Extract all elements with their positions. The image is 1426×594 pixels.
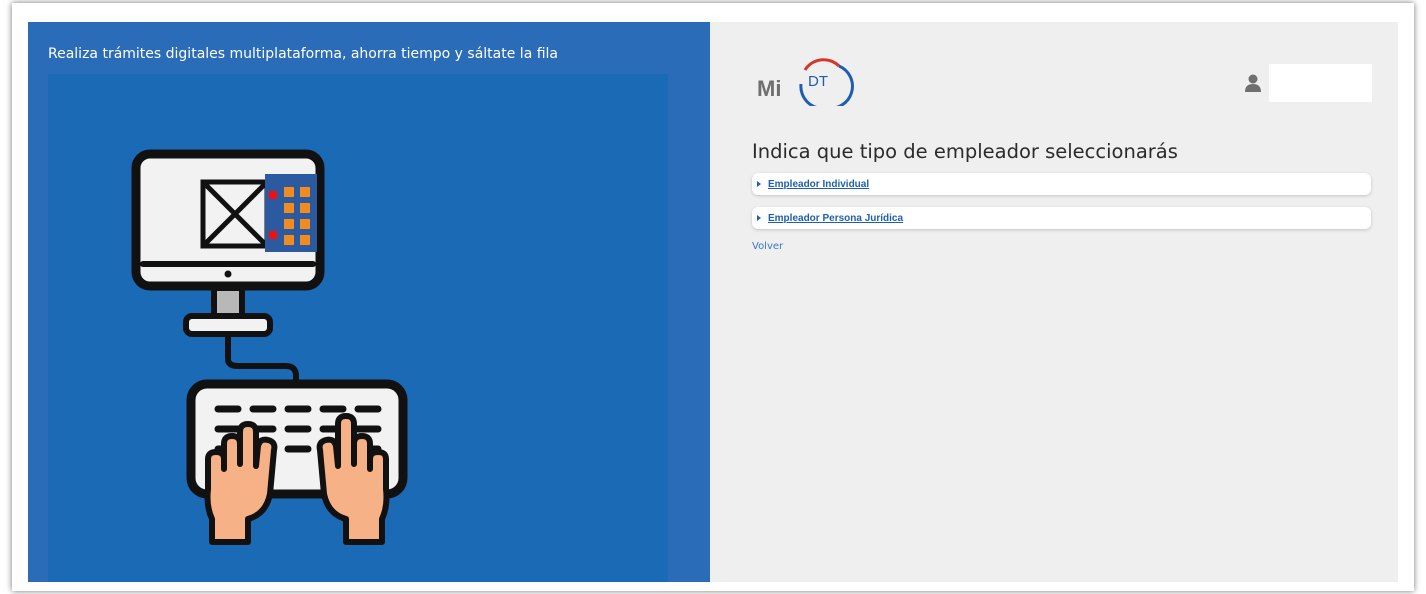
page-title: Indica que tipo de empleador seleccionar… [752,140,1178,163]
user-menu[interactable] [1243,64,1372,102]
option-link[interactable]: Empleador Persona Jurídica [768,213,903,224]
promo-tagline: Realiza trámites digitales multiplatafor… [48,46,559,62]
midt-logo[interactable]: Mi DT [757,54,857,110]
option-link[interactable]: Empleador Individual [768,179,869,190]
midt-logo-icon: Mi DT [757,58,854,110]
back-link[interactable]: Volver [752,241,783,252]
caret-right-icon [757,181,761,187]
computer-with-typing-hands-icon [131,149,408,545]
promo-panel: Realiza trámites digitales multiplatafor… [28,22,710,582]
computer-illustration [48,74,668,582]
user-name-redacted [1269,64,1372,102]
logo-dt-text: DT [808,73,828,90]
content-panel: Mi DT Indica que tipo de empleador selec… [710,22,1398,582]
caret-right-icon [757,215,761,221]
logo-mi-text: Mi [757,76,781,101]
user-icon [1245,74,1261,92]
option-empleador-individual[interactable]: Empleador Individual [752,173,1371,195]
option-empleador-persona-juridica[interactable]: Empleador Persona Jurídica [752,207,1371,229]
